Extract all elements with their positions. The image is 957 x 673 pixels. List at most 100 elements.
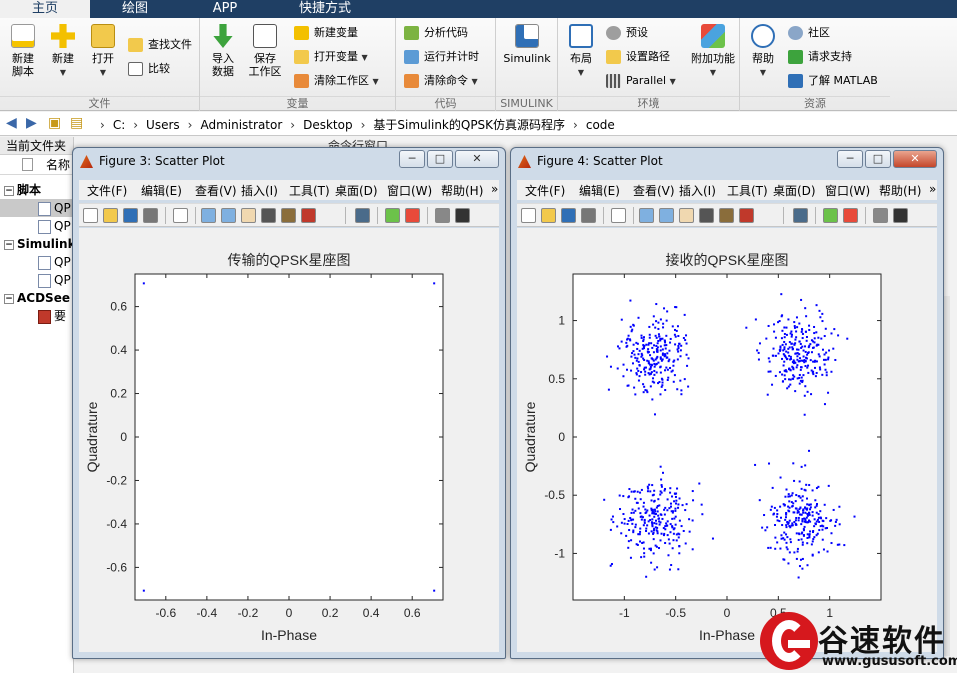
select-pointer-icon[interactable] — [173, 208, 188, 223]
learn-matlab-button[interactable]: 了解 MATLAB — [788, 72, 878, 90]
open-variable-button[interactable]: 打开变量 ▼ — [294, 48, 368, 66]
find-files-button[interactable]: 查找文件 — [128, 36, 192, 54]
menu-item[interactable]: 帮助(H) — [879, 182, 921, 199]
community-button[interactable]: 社区 — [788, 24, 830, 42]
back-icon[interactable]: ◀ — [6, 115, 17, 131]
menu-item[interactable]: 文件(F) — [87, 182, 127, 199]
menu-item[interactable]: 插入(I) — [241, 182, 278, 199]
breadcrumb-item[interactable]: Administrator — [200, 118, 282, 132]
browse-folder-icon[interactable]: ▤ — [70, 115, 83, 131]
hide-tools-icon[interactable] — [873, 208, 888, 223]
menu-item[interactable]: 桌面(D) — [773, 182, 816, 199]
help-button[interactable]: 帮助 ▼ — [744, 24, 782, 79]
close-button[interactable]: ✕ — [893, 150, 937, 168]
show-tools-icon[interactable] — [893, 208, 908, 223]
maximize-button[interactable]: □ — [865, 150, 891, 168]
file-item[interactable]: QP — [0, 217, 74, 235]
maximize-button[interactable]: □ — [427, 150, 453, 168]
hide-tools-icon[interactable] — [435, 208, 450, 223]
tab-home[interactable]: 主页 — [0, 0, 90, 18]
name-column-header[interactable]: 名称 — [0, 155, 73, 175]
menu-item[interactable]: 编辑(E) — [579, 182, 620, 199]
menu-item[interactable]: 窗口(W) — [387, 182, 432, 199]
file-group-0[interactable]: − 脚本 — [0, 181, 74, 199]
minimize-button[interactable]: ─ — [837, 150, 863, 168]
breadcrumb-item[interactable]: code — [586, 118, 615, 132]
figure-3-titlebar[interactable]: Figure 3: Scatter Plot ─ □ ✕ — [73, 148, 505, 174]
zoom-in-icon[interactable] — [201, 208, 216, 223]
parallel-button[interactable]: Parallel ▼ — [606, 72, 676, 90]
brush-icon[interactable] — [301, 208, 316, 223]
menu-overflow-icon[interactable]: » — [491, 182, 498, 196]
open-file-icon[interactable] — [103, 208, 118, 223]
clear-commands-button[interactable]: 清除命令 ▼ — [404, 72, 478, 90]
rotate-icon[interactable] — [261, 208, 276, 223]
import-data-button[interactable]: 导入 数据 — [204, 24, 242, 78]
open-button[interactable]: 打开 ▼ — [84, 24, 122, 79]
up-folder-icon[interactable]: ▣ — [48, 115, 61, 131]
menu-item[interactable]: 窗口(W) — [825, 182, 870, 199]
link-plot-icon[interactable] — [355, 208, 370, 223]
collapse-icon[interactable]: − — [4, 293, 14, 304]
pan-icon[interactable] — [241, 208, 256, 223]
collapse-icon[interactable]: − — [4, 185, 14, 196]
legend-icon[interactable] — [405, 208, 420, 223]
set-path-button[interactable]: 设置路径 — [606, 48, 670, 66]
file-item[interactable]: 要 — [0, 307, 74, 325]
colorbar-icon[interactable] — [385, 208, 400, 223]
file-item[interactable]: QP — [0, 253, 74, 271]
menu-item[interactable]: 查看(V) — [195, 182, 237, 199]
clear-workspace-button[interactable]: 清除工作区 ▼ — [294, 72, 379, 90]
print-icon[interactable] — [143, 208, 158, 223]
tab-shortcuts[interactable]: 快捷方式 — [270, 0, 380, 18]
preferences-button[interactable]: 预设 — [606, 24, 648, 42]
run-and-time-button[interactable]: 运行并计时 — [404, 48, 479, 66]
save-workspace-button[interactable]: 保存 工作区 — [246, 24, 284, 78]
link-plot-icon[interactable] — [793, 208, 808, 223]
minimize-button[interactable]: ─ — [399, 150, 425, 168]
open-file-icon[interactable] — [541, 208, 556, 223]
layout-button[interactable]: 布局 ▼ — [562, 24, 600, 79]
breadcrumb-item[interactable]: Desktop — [303, 118, 353, 132]
colorbar-icon[interactable] — [823, 208, 838, 223]
compare-button[interactable]: 比较 — [128, 60, 170, 78]
zoom-out-icon[interactable] — [221, 208, 236, 223]
file-group-1[interactable]: − Simulink — [0, 235, 76, 253]
menu-item[interactable]: 工具(T) — [727, 182, 768, 199]
tab-apps[interactable]: APP — [180, 0, 270, 18]
menu-item[interactable]: 工具(T) — [289, 182, 330, 199]
data-cursor-icon[interactable] — [281, 208, 296, 223]
close-button[interactable]: ✕ — [455, 150, 499, 168]
new-button[interactable]: 新建 ▼ — [44, 24, 82, 79]
new-variable-button[interactable]: 新建变量 — [294, 24, 358, 42]
forward-icon[interactable]: ▶ — [26, 115, 37, 131]
show-tools-icon[interactable] — [455, 208, 470, 223]
save-icon[interactable] — [561, 208, 576, 223]
new-figure-icon[interactable] — [521, 208, 536, 223]
select-pointer-icon[interactable] — [611, 208, 626, 223]
new-figure-icon[interactable] — [83, 208, 98, 223]
pan-icon[interactable] — [679, 208, 694, 223]
rotate-icon[interactable] — [699, 208, 714, 223]
file-group-2[interactable]: − ACDSee — [0, 289, 74, 307]
file-item[interactable]: QP — [0, 199, 74, 217]
zoom-out-icon[interactable] — [659, 208, 674, 223]
menu-item[interactable]: 桌面(D) — [335, 182, 378, 199]
file-item[interactable]: QP — [0, 271, 74, 289]
menu-item[interactable]: 插入(I) — [679, 182, 716, 199]
data-cursor-icon[interactable] — [719, 208, 734, 223]
legend-icon[interactable] — [843, 208, 858, 223]
simulink-button[interactable]: Simulink — [500, 24, 554, 65]
menu-item[interactable]: 文件(F) — [525, 182, 565, 199]
menu-item[interactable]: 帮助(H) — [441, 182, 483, 199]
brush-icon[interactable] — [739, 208, 754, 223]
print-icon[interactable] — [581, 208, 596, 223]
collapse-icon[interactable]: − — [4, 239, 14, 250]
save-icon[interactable] — [123, 208, 138, 223]
new-script-button[interactable]: 新建 脚本 — [4, 24, 42, 78]
figure-4-titlebar[interactable]: Figure 4: Scatter Plot ─ □ ✕ — [511, 148, 943, 174]
zoom-in-icon[interactable] — [639, 208, 654, 223]
menu-overflow-icon[interactable]: » — [929, 182, 936, 196]
menu-item[interactable]: 编辑(E) — [141, 182, 182, 199]
breadcrumb-item[interactable]: 基于Simulink的QPSK仿真源码程序 — [373, 118, 565, 132]
